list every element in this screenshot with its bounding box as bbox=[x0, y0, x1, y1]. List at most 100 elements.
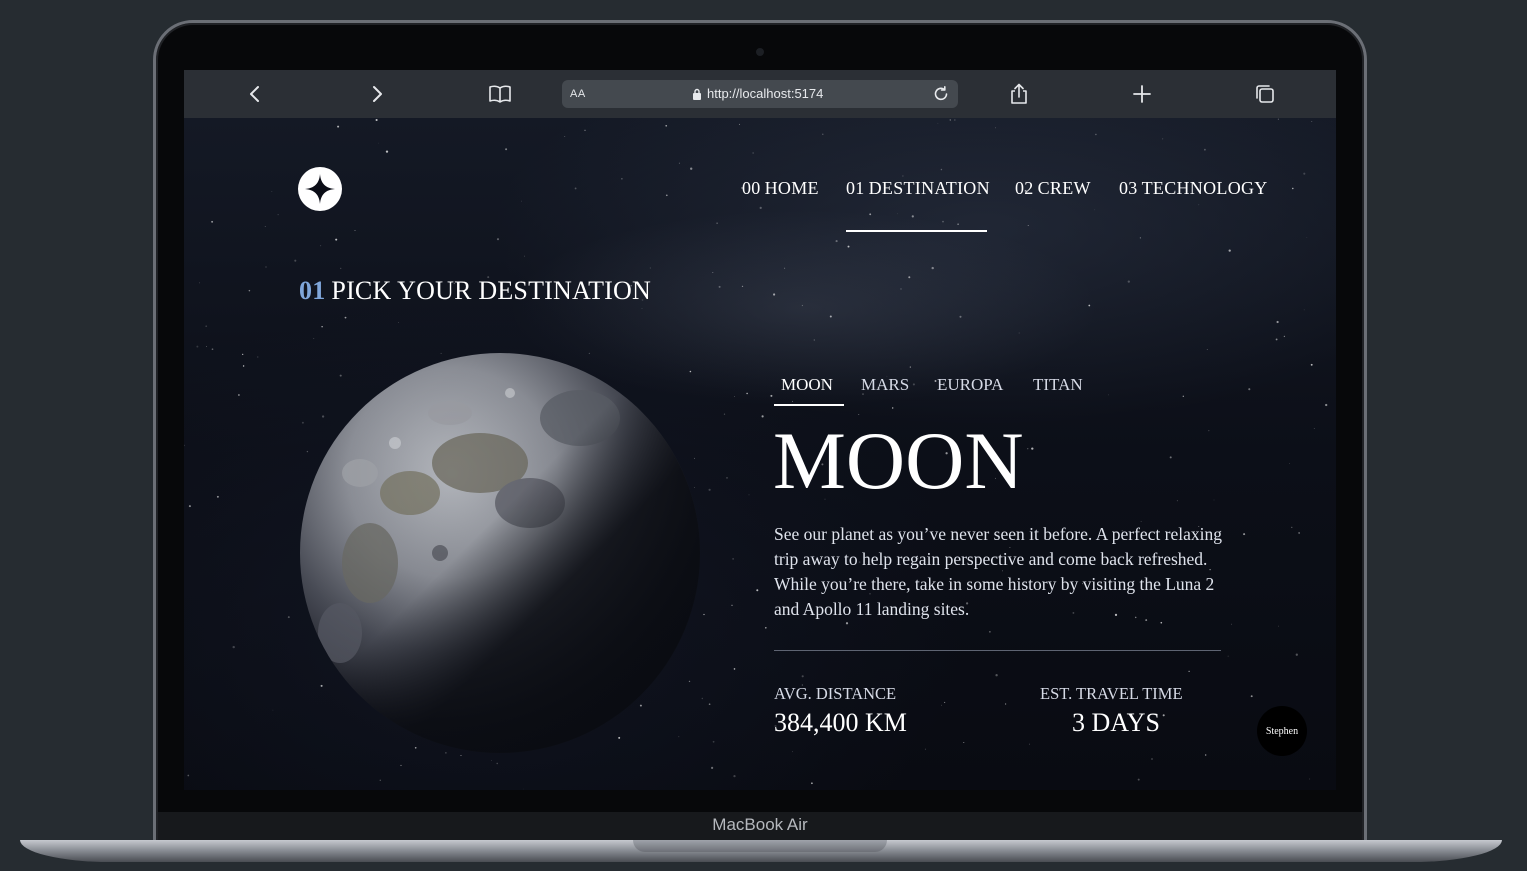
nav-item-technology[interactable]: 03 TECHNOLOGY bbox=[1119, 178, 1268, 199]
star-dot bbox=[959, 315, 962, 318]
back-button[interactable] bbox=[243, 82, 267, 106]
star-dot bbox=[1295, 653, 1298, 656]
star-dot bbox=[1160, 621, 1163, 624]
star-dot bbox=[248, 289, 251, 292]
star-dot bbox=[505, 148, 508, 151]
star-dot bbox=[701, 697, 703, 700]
new-tab-button[interactable] bbox=[1130, 82, 1154, 106]
star-dot bbox=[770, 394, 773, 397]
star-dot bbox=[1310, 363, 1313, 366]
star-dot bbox=[726, 476, 728, 479]
nav-number: 03 bbox=[1119, 178, 1138, 198]
star-dot bbox=[1243, 533, 1246, 536]
star-dot bbox=[335, 238, 338, 241]
star-dot bbox=[734, 396, 736, 398]
star-dot bbox=[265, 266, 267, 268]
star-dot bbox=[496, 762, 498, 765]
star-dot bbox=[400, 764, 402, 766]
star-dot bbox=[1004, 703, 1007, 705]
star-dot bbox=[995, 127, 997, 129]
star-dot bbox=[752, 152, 754, 154]
user-avatar-badge[interactable]: Stephen bbox=[1257, 706, 1307, 756]
star-dot bbox=[187, 774, 190, 777]
share-button[interactable] bbox=[1007, 82, 1031, 106]
star-dot bbox=[891, 407, 894, 409]
star-dot bbox=[900, 288, 902, 290]
destination-name: MOON bbox=[773, 415, 1024, 506]
star-dot bbox=[1230, 623, 1232, 625]
page-title-text: PICK YOUR DESTINATION bbox=[331, 276, 651, 305]
forward-button[interactable] bbox=[365, 82, 389, 106]
star-dot bbox=[257, 356, 259, 358]
address-bar[interactable]: AA http://localhost:5174 bbox=[562, 80, 958, 108]
star-dot bbox=[339, 267, 342, 270]
url-text: http://localhost:5174 bbox=[707, 86, 824, 101]
bookmarks-button[interactable] bbox=[488, 82, 512, 106]
star-dot bbox=[924, 748, 926, 750]
nav-active-indicator bbox=[846, 230, 987, 232]
travel-time-label: EST. TRAVEL TIME bbox=[1040, 684, 1183, 703]
star-dot bbox=[216, 495, 219, 498]
star-dot bbox=[184, 444, 185, 447]
star-dot bbox=[902, 175, 904, 177]
star-dot bbox=[237, 394, 240, 396]
star-dot bbox=[649, 267, 652, 269]
tab-moon[interactable]: MOON bbox=[781, 375, 833, 395]
star-dot bbox=[1151, 758, 1153, 760]
star-dot bbox=[211, 348, 214, 351]
star-dot bbox=[287, 616, 290, 619]
star-dot bbox=[912, 383, 915, 386]
star-dot bbox=[1309, 778, 1311, 780]
star-dot bbox=[205, 325, 208, 328]
nav-item-home[interactable]: 00 HOME bbox=[742, 178, 819, 199]
star-dot bbox=[188, 505, 191, 508]
star-dot bbox=[206, 346, 208, 347]
star-dot bbox=[801, 675, 804, 678]
star-dot bbox=[1250, 695, 1253, 698]
star-dot bbox=[712, 740, 715, 743]
star-dot bbox=[995, 674, 998, 677]
star-dot bbox=[708, 703, 711, 706]
star-dot bbox=[909, 366, 911, 368]
destination-page: 00 HOME 01 DESTINATION 02 CREW 03 TECHNOLOGY… bbox=[184, 118, 1336, 790]
star-dot bbox=[294, 259, 297, 262]
nav-item-crew[interactable]: 02 CREW bbox=[1015, 178, 1091, 199]
star-dot bbox=[1303, 172, 1306, 175]
star-dot bbox=[733, 668, 736, 670]
star-dot bbox=[1182, 395, 1184, 397]
star-dot bbox=[708, 488, 711, 491]
distance-label: AVG. DISTANCE bbox=[774, 684, 897, 703]
destination-description: See our planet as you’ve never seen it b… bbox=[774, 524, 1223, 619]
nav-number: 01 bbox=[846, 178, 865, 198]
star-dot bbox=[931, 266, 934, 270]
star-dot bbox=[1283, 335, 1286, 338]
star-dot bbox=[746, 392, 748, 395]
star-dot bbox=[1027, 448, 1029, 450]
text-size-button[interactable]: AA bbox=[570, 88, 586, 100]
star-dot bbox=[791, 400, 793, 402]
star-dot bbox=[379, 779, 381, 781]
star-dot bbox=[813, 339, 815, 341]
star-dot bbox=[1031, 447, 1034, 450]
star-dot bbox=[678, 162, 680, 164]
star-dot bbox=[1228, 249, 1231, 252]
star-dot bbox=[1291, 526, 1293, 528]
star-dot bbox=[756, 589, 759, 592]
nav-item-destination[interactable]: 01 DESTINATION bbox=[846, 178, 990, 199]
tab-mars[interactable]: MARS bbox=[861, 375, 909, 395]
tab-europa[interactable]: EUROPA bbox=[937, 375, 1003, 395]
star-dot bbox=[731, 604, 733, 606]
laptop-base-notch bbox=[633, 840, 887, 852]
star-dot bbox=[321, 326, 323, 328]
star-dot bbox=[711, 766, 714, 770]
reload-icon[interactable] bbox=[932, 85, 950, 103]
screen: AA http://localhost:5174 00 HOME 01 DEST… bbox=[184, 70, 1336, 790]
tabs-overview-button[interactable] bbox=[1253, 82, 1277, 106]
star-dot bbox=[690, 167, 693, 170]
star-dot bbox=[829, 315, 832, 318]
star-dot bbox=[764, 626, 767, 629]
page-title-number: 01 bbox=[299, 276, 326, 305]
tab-titan[interactable]: TITAN bbox=[1033, 375, 1083, 395]
star-dot bbox=[584, 129, 586, 131]
star-dot bbox=[1028, 743, 1030, 745]
